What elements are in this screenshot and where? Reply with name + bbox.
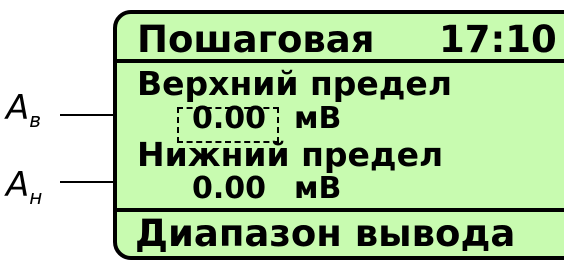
upper-limit-label: Верхний предел [137, 64, 452, 103]
callout-upper-symbol: A [6, 88, 30, 128]
lower-limit-value[interactable]: 0.00 [192, 171, 266, 206]
display-header: Пошаговая 17:10 [117, 14, 564, 64]
clock-time: 17:10 [439, 18, 557, 61]
callout-lower-label: Aн [6, 165, 42, 209]
callout-lower-symbol: A [6, 165, 30, 205]
callout-upper-label: Aв [6, 88, 41, 132]
callout-upper-subscript: в [29, 108, 42, 132]
lower-limit-label: Нижний предел [137, 135, 444, 174]
softkey-output-range[interactable]: Диапазон вывода [135, 212, 515, 255]
mode-title: Пошаговая [137, 18, 375, 61]
lcd-display: Пошаговая 17:10 Верхний предел 0.00 мВ Ни… [113, 10, 564, 260]
upper-limit-unit: мВ [294, 101, 342, 136]
callout-lower-subscript: н [29, 185, 43, 209]
lower-limit-row[interactable]: 0.00 мВ [137, 171, 341, 206]
lower-limit-unit: мВ [294, 171, 342, 206]
header-divider [117, 59, 564, 63]
